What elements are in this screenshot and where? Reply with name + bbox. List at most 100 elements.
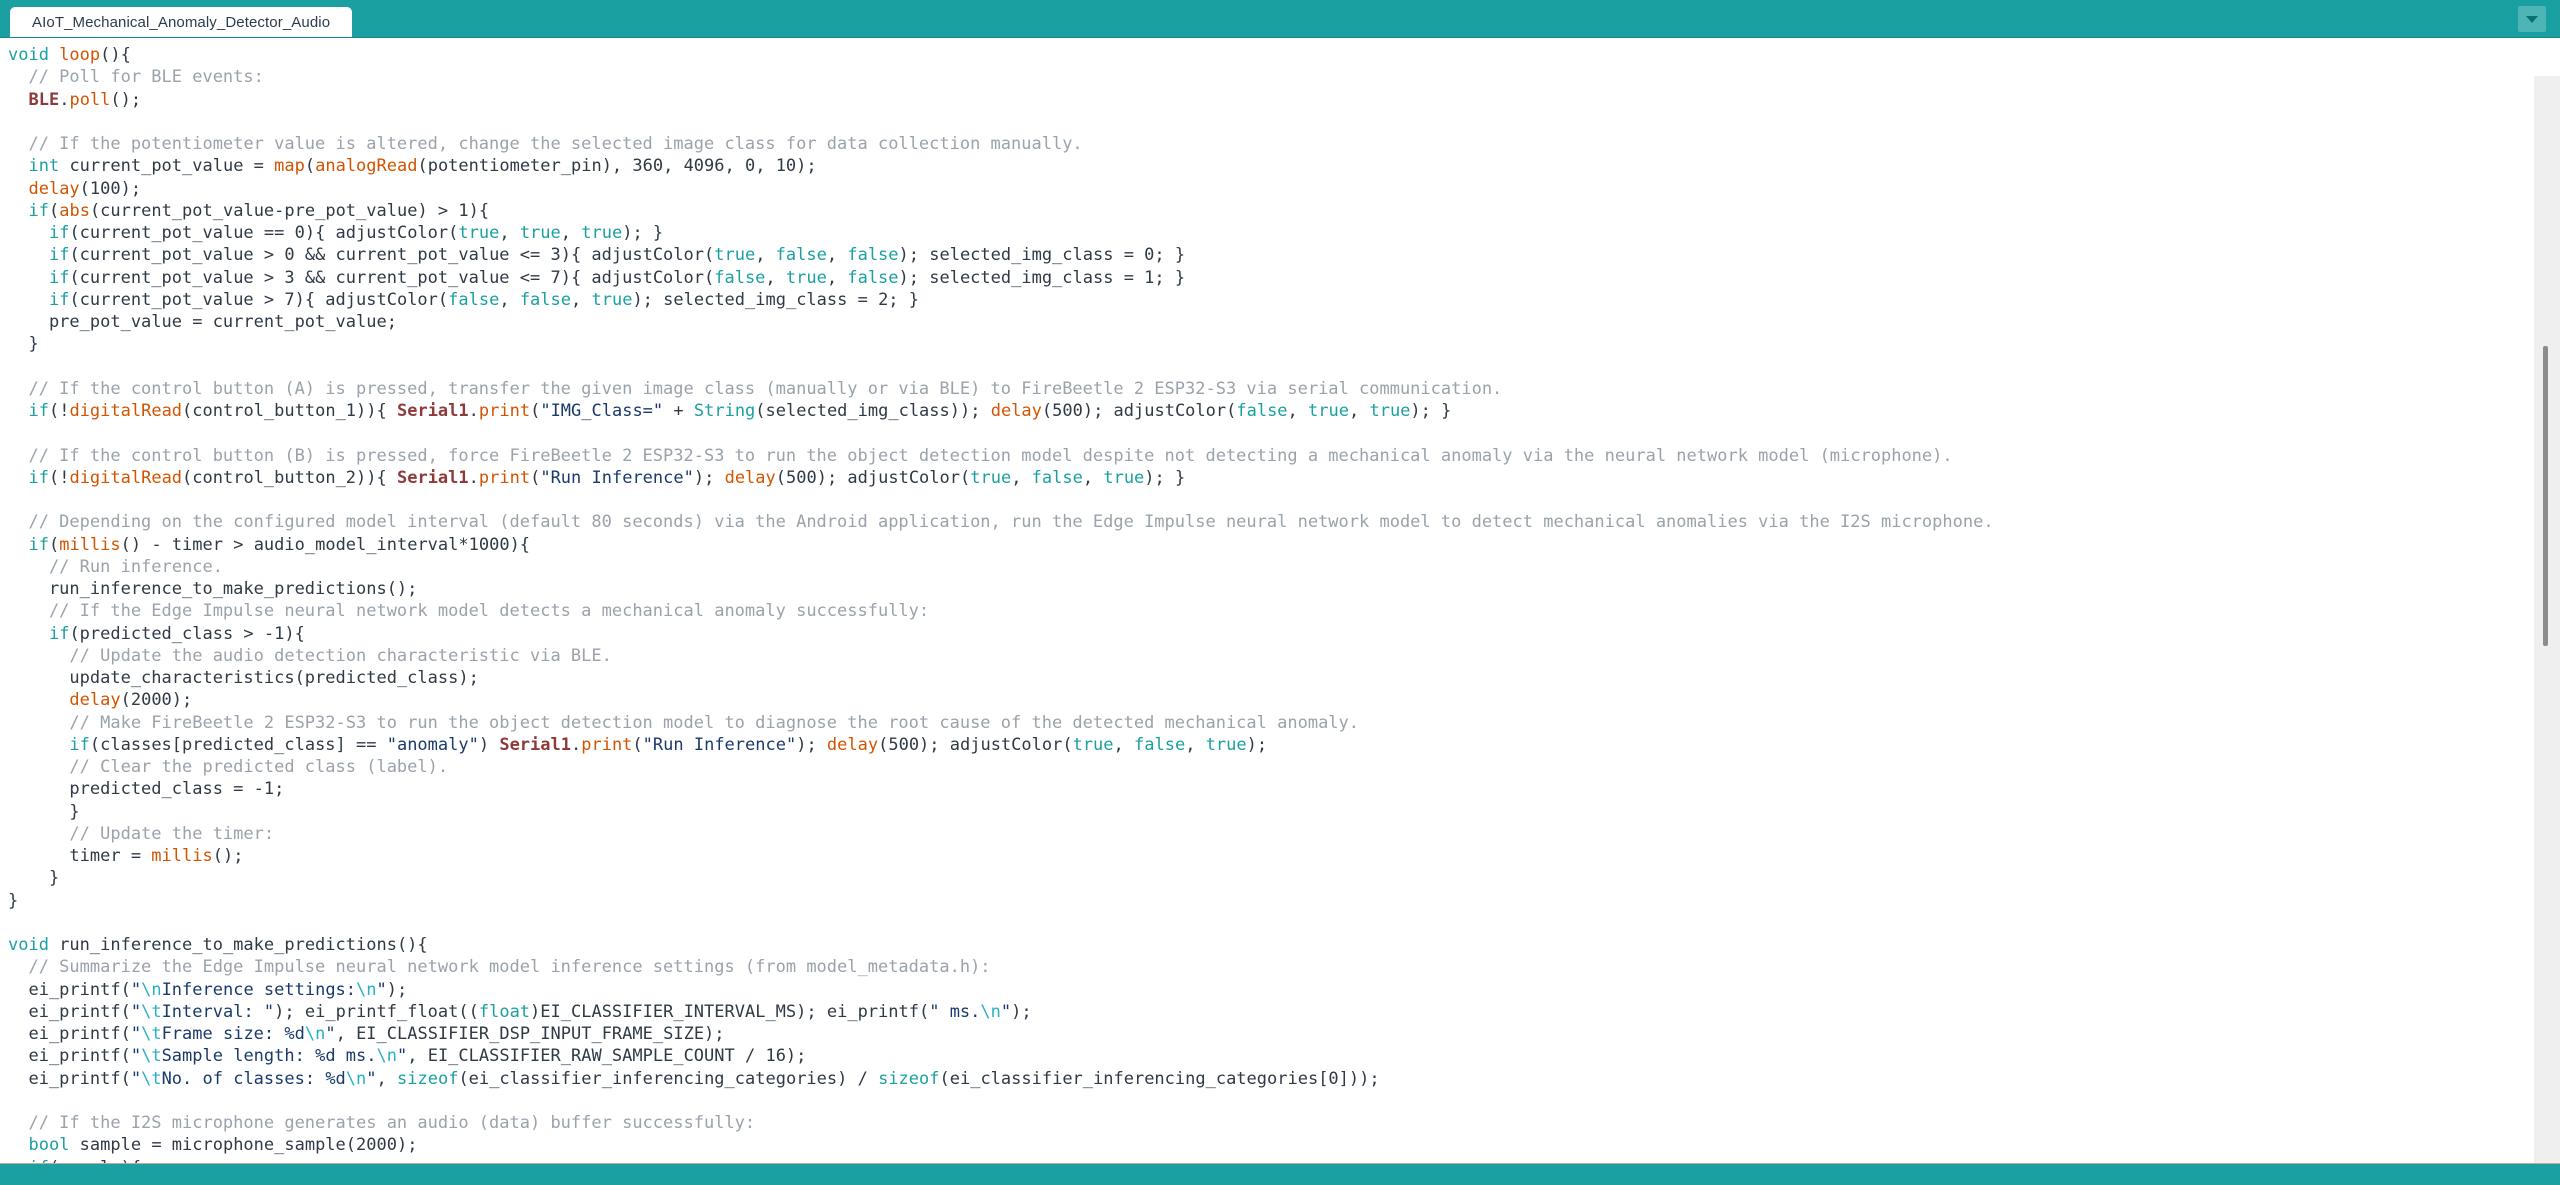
vertical-scrollbar-thumb[interactable] [2543, 346, 2548, 646]
code-token: abs [59, 200, 90, 221]
code-token: // Clear the predicted class (label). [8, 757, 449, 777]
code-token: if [28, 467, 49, 488]
code-token: false [1031, 467, 1083, 488]
code-token: \n [376, 1046, 397, 1067]
code-token: " [325, 1024, 336, 1044]
code-token: . [570, 734, 582, 755]
code-line: void loop(){ [0, 44, 1994, 66]
code-token: print [478, 401, 531, 421]
code-line: delay(100); [0, 178, 1994, 200]
tab-list-dropdown-button[interactable] [2518, 6, 2546, 32]
code-token: ); selected_img_class = 0; } [898, 245, 1186, 266]
code-token: Sample length: %d ms. [161, 1046, 377, 1067]
code-token: delay [724, 467, 776, 488]
code-line: } [0, 867, 1994, 889]
code-token: false [519, 289, 571, 310]
code-token: if [48, 223, 70, 243]
code-line: if(millis() - timer > audio_model_interv… [0, 534, 1994, 556]
code-token: ei_printf( [8, 1068, 131, 1089]
code-token: loop [59, 45, 101, 65]
code-token: \n [980, 1001, 1001, 1022]
code-token: delay [826, 734, 879, 755]
code-token: (current_pot_value > 3 && current_pot_va… [69, 267, 715, 288]
code-token: } [8, 801, 80, 822]
code-token: )EI_CLASSIFIER_INTERVAL_MS); ei_printf( [530, 1001, 930, 1022]
code-token: ); } [622, 223, 664, 243]
code-token: true [519, 223, 561, 243]
code-token: true [581, 223, 623, 243]
code-token: " [1000, 1001, 1012, 1022]
code-line: update_characteristics(predicted_class); [0, 667, 1994, 689]
code-token: void [8, 935, 60, 955]
code-line: // Summarize the Edge Impulse neural net… [0, 956, 1994, 978]
code-line: if(current_pot_value > 0 && current_pot_… [0, 244, 1994, 266]
code-text-area[interactable]: void loop(){ // Poll for BLE events: BLE… [0, 38, 1994, 1163]
code-token: int [28, 156, 60, 177]
code-line: // Update the audio detection characteri… [0, 645, 1994, 667]
code-line: } [0, 801, 1994, 823]
code-token: // If the potentiometer value is altered… [8, 134, 1083, 154]
editor-tab-active[interactable]: AIoT_Mechanical_Anomaly_Detector_Audio [10, 7, 353, 37]
code-line: } [0, 333, 1994, 355]
code-token: ( [530, 401, 541, 421]
code-token: , [1185, 734, 1206, 755]
code-line: if(!digitalRead(control_button_1)){ Seri… [0, 400, 1994, 422]
code-token: (2000); [120, 690, 193, 711]
code-token: () - timer > audio_model_interval*1000){ [120, 534, 531, 555]
editor-tab-label: AIoT_Mechanical_Anomaly_Detector_Audio [32, 13, 331, 31]
code-token: timer = [8, 846, 152, 866]
code-token: // If the control button (B) is pressed,… [8, 445, 1953, 466]
code-token: ( [48, 200, 60, 221]
code-line: // Poll for BLE events: [0, 66, 1994, 88]
code-token: millis [59, 534, 121, 555]
code-line: // Update the timer: [0, 823, 1994, 845]
code-line: if(current_pot_value > 7){ adjustColor(f… [0, 289, 1994, 311]
code-token: , [1011, 467, 1032, 488]
code-token: " [396, 1046, 408, 1067]
code-line: // Clear the predicted class (label). [0, 756, 1994, 778]
code-token: false [847, 245, 899, 266]
code-token: (500); adjustColor( [878, 734, 1073, 755]
code-token: , EI_CLASSIFIER_DSP_INPUT_FRAME_SIZE); [335, 1024, 725, 1044]
vertical-scrollbar-track[interactable] [2534, 76, 2560, 1163]
code-token: "Run Inference" [540, 467, 694, 488]
code-token: " [130, 1046, 142, 1067]
code-token: , [826, 267, 848, 288]
code-token: // If the I2S microphone generates an au… [8, 1113, 756, 1133]
code-token: , [1287, 401, 1309, 421]
code-token: if [48, 245, 70, 266]
code-token: if [28, 534, 49, 555]
code-token: ( [530, 467, 541, 488]
code-token: if [28, 200, 49, 221]
code-token: " [130, 1001, 142, 1022]
code-editor[interactable]: void loop(){ // Poll for BLE events: BLE… [0, 38, 2560, 1163]
code-token: , [755, 245, 776, 266]
code-token: ( [632, 734, 643, 755]
code-token: (ei_classifier_inferencing_categories[0]… [939, 1068, 1380, 1089]
code-token: // Poll for BLE events: [8, 67, 264, 88]
code-token: ); [693, 467, 725, 488]
code-token: ( [304, 156, 316, 177]
code-token: \t [141, 1046, 162, 1067]
code-token: ); selected_img_class = 1; } [898, 267, 1186, 288]
code-token: String [693, 401, 756, 421]
code-token: (100); [79, 178, 142, 199]
code-token: // If the Edge Impulse neural network mo… [8, 601, 930, 622]
code-token: ); [1011, 1001, 1032, 1022]
code-token: , [765, 267, 786, 288]
code-token: (control_button_2)){ [182, 467, 397, 488]
code-token: ei_printf( [8, 979, 131, 1000]
code-token: \t [141, 1068, 162, 1089]
code-token: // Depending on the configured model int… [8, 512, 1994, 533]
code-line: if(abs(current_pot_value-pre_pot_value) … [0, 200, 1994, 222]
code-line: if(classes[predicted_class] == "anomaly"… [0, 734, 1994, 756]
code-token: (500); adjustColor( [1041, 401, 1237, 421]
code-token: No. of classes: %d [161, 1068, 346, 1089]
code-line: delay(2000); [0, 689, 1994, 711]
